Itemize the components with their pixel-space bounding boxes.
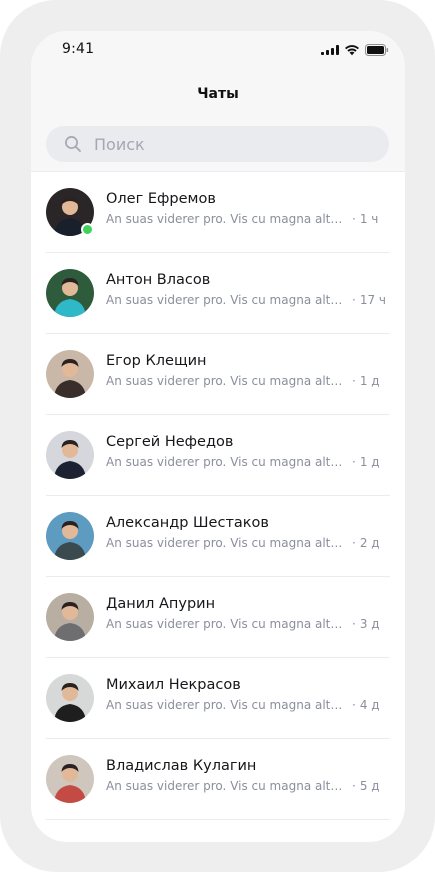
avatar-photo — [46, 431, 94, 479]
last-message-text: An suas viderer pro. Vis cu magna altera — [106, 455, 348, 469]
last-message-text: An suas viderer pro. Vis cu magna altera — [106, 698, 348, 712]
avatar-photo — [46, 350, 94, 398]
avatar-photo — [46, 674, 94, 722]
message-preview: An suas viderer pro. Vis cu magna altera… — [106, 779, 391, 793]
separator-dot: · — [352, 536, 356, 550]
separator-dot: · — [352, 617, 356, 631]
phone-screen: 9:41 Чаты Поиск Олег Ефремов An suas vid… — [31, 31, 405, 842]
contact-name: Михаил Некрасов — [106, 677, 241, 693]
avatar[interactable] — [46, 350, 94, 398]
message-preview: An suas viderer pro. Vis cu magna altera… — [106, 617, 391, 631]
avatar-photo — [46, 269, 94, 317]
contact-name: Сергей Нефедов — [106, 434, 234, 450]
last-message-text: An suas viderer pro. Vis cu magna altera — [106, 617, 348, 631]
message-time: 4 д — [359, 698, 380, 712]
avatar-photo — [46, 512, 94, 560]
message-time: 1 д — [359, 374, 380, 388]
search-input[interactable] — [94, 126, 374, 162]
battery-icon — [365, 41, 389, 60]
search-bar[interactable] — [46, 126, 389, 162]
chat-list-item[interactable]: Егор Клещин An suas viderer pro. Vis cu … — [31, 334, 405, 415]
message-preview: An suas viderer pro. Vis cu magna altera… — [106, 536, 391, 550]
last-message-text: An suas viderer pro. Vis cu magna altera — [106, 536, 348, 550]
page-title: Чаты — [197, 86, 239, 102]
chat-list-item[interactable]: Сергей Нефедов An suas viderer pro. Vis … — [31, 415, 405, 496]
message-time: 3 д — [359, 617, 380, 631]
chat-list-item[interactable]: Александр Шестаков An suas viderer pro. … — [31, 496, 405, 577]
avatar[interactable] — [46, 431, 94, 479]
avatar-photo — [46, 755, 94, 803]
chat-list-item[interactable]: Олег Ефремов An suas viderer pro. Vis cu… — [31, 172, 405, 253]
message-preview: An suas viderer pro. Vis cu magna altera… — [106, 293, 391, 307]
message-preview: An suas viderer pro. Vis cu magna altera… — [106, 455, 391, 469]
last-message-text: An suas viderer pro. Vis cu magna altera — [106, 212, 348, 226]
message-time: 1 д — [359, 455, 380, 469]
avatar[interactable] — [46, 512, 94, 560]
status-bar: 9:41 — [31, 31, 405, 71]
contact-name: Олег Ефремов — [106, 191, 216, 207]
status-time: 9:41 — [62, 41, 95, 57]
separator-dot: · — [352, 455, 356, 469]
wifi-icon — [344, 41, 360, 60]
avatar[interactable] — [46, 674, 94, 722]
chat-list-item[interactable]: Владислав Кулагин An suas viderer pro. V… — [31, 739, 405, 820]
last-message-text: An suas viderer pro. Vis cu magna altera — [106, 779, 348, 793]
chat-list-item[interactable]: Данил Апурин An suas viderer pro. Vis cu… — [31, 577, 405, 658]
separator-dot: · — [352, 779, 356, 793]
last-message-text: An suas viderer pro. Vis cu magna altera — [106, 374, 348, 388]
contact-name: Егор Клещин — [106, 353, 207, 369]
chat-list-item[interactable]: Антон Власов An suas viderer pro. Vis cu… — [31, 253, 405, 334]
message-time: 2 д — [359, 536, 380, 550]
chat-list-item[interactable]: Михаил Некрасов An suas viderer pro. Vis… — [31, 658, 405, 739]
message-preview: An suas viderer pro. Vis cu magna altera… — [106, 212, 391, 226]
message-time: 17 ч — [359, 293, 387, 307]
avatar[interactable] — [46, 755, 94, 803]
separator-dot: · — [352, 698, 356, 712]
contact-name: Данил Апурин — [106, 596, 216, 612]
avatar[interactable] — [46, 593, 94, 641]
separator-dot: · — [352, 212, 356, 226]
avatar[interactable] — [46, 269, 94, 317]
chat-list: Олег Ефремов An suas viderer pro. Vis cu… — [31, 172, 405, 820]
avatar-photo — [46, 593, 94, 641]
status-icons — [321, 43, 389, 56]
cellular-signal-icon — [321, 45, 339, 55]
header-area: 9:41 Чаты Поиск — [31, 31, 405, 172]
phone-frame: 9:41 Чаты Поиск Олег Ефремов An suas vid… — [0, 0, 435, 872]
online-status-indicator — [81, 223, 94, 236]
message-time: 5 д — [359, 779, 380, 793]
contact-name: Александр Шестаков — [106, 515, 269, 531]
last-message-text: An suas viderer pro. Vis cu magna altera — [106, 293, 348, 307]
message-preview: An suas viderer pro. Vis cu magna altera… — [106, 374, 391, 388]
avatar[interactable] — [46, 188, 94, 236]
contact-name: Антон Власов — [106, 272, 211, 288]
message-preview: An suas viderer pro. Vis cu magna altera… — [106, 698, 391, 712]
contact-name: Владислав Кулагин — [106, 758, 257, 774]
separator-dot: · — [352, 374, 356, 388]
separator-dot: · — [352, 293, 356, 307]
search-icon — [64, 135, 82, 153]
message-time: 1 ч — [359, 212, 379, 226]
